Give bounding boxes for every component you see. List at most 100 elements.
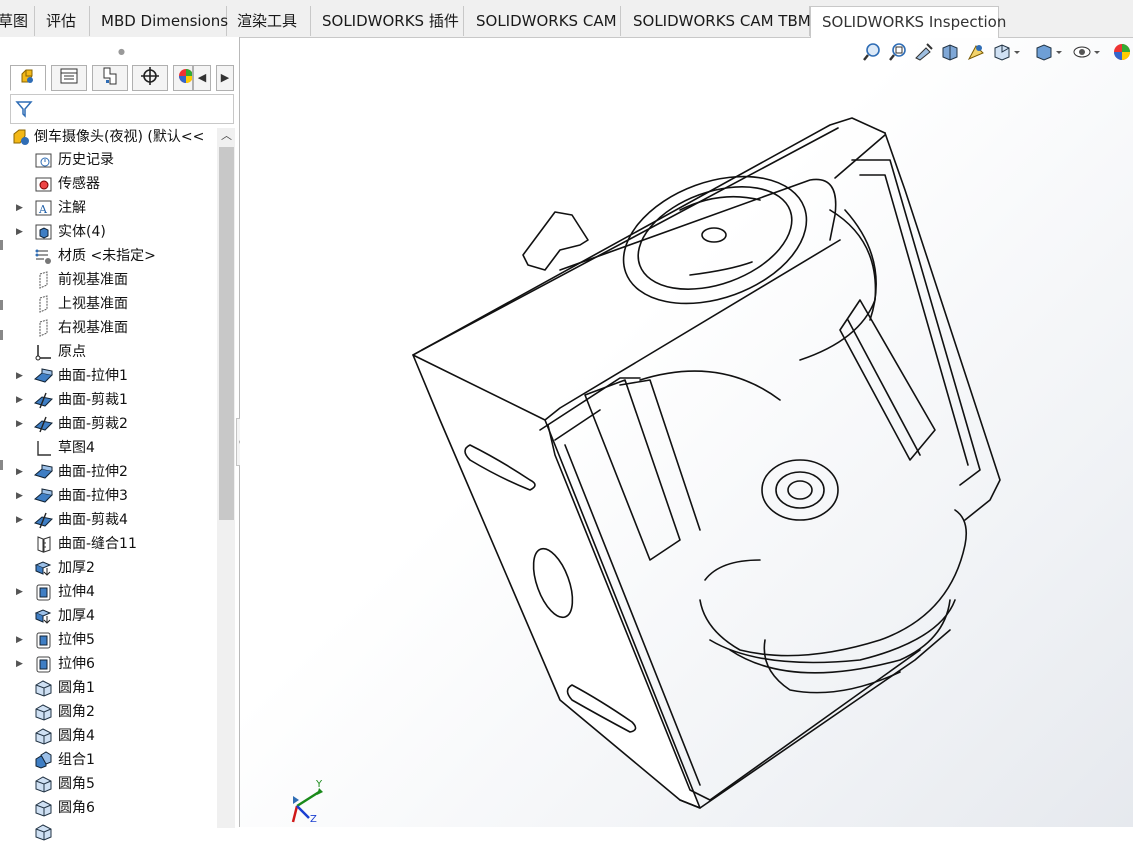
surface-extrude-icon — [33, 367, 54, 385]
tree-item[interactable]: 前视基准面 — [14, 268, 214, 292]
tree-item[interactable]: 原点 — [14, 340, 214, 364]
section-view-icon[interactable] — [940, 42, 960, 62]
tree-item[interactable]: 组合1 — [14, 748, 214, 772]
feature-manager-icon — [18, 66, 38, 90]
zoom-to-fit-icon[interactable] — [862, 42, 882, 62]
display-manager-tab[interactable] — [173, 65, 193, 91]
tree-item[interactable]: ▶ 曲面-剪裁1 — [14, 388, 214, 412]
tree-item[interactable]: 历史记录 — [14, 148, 214, 172]
feature-manager-tab[interactable] — [10, 65, 46, 91]
tree-filter[interactable] — [10, 94, 234, 124]
tree-item-label: 曲面-拉伸3 — [58, 488, 128, 504]
view-orientation-icon[interactable] — [992, 42, 1020, 62]
dynamic-annotation-icon[interactable] — [966, 42, 986, 62]
tree-item[interactable]: 材质 <未指定> — [14, 244, 214, 268]
scroll-up-button[interactable]: ︿ — [219, 128, 234, 144]
tab-sketch[interactable]: 草图 — [0, 6, 35, 36]
surface-extrude-icon — [33, 463, 54, 481]
tree-item[interactable]: 圆角6 — [14, 796, 214, 820]
tree-item[interactable]: ▶ 曲面-拉伸1 — [14, 364, 214, 388]
expand-arrow-icon[interactable]: ▶ — [16, 220, 26, 244]
previous-view-icon[interactable] — [914, 42, 934, 62]
expand-arrow-icon[interactable]: ▶ — [16, 364, 26, 388]
panel-grip-icon[interactable]: ● — [118, 47, 125, 56]
tree-item[interactable]: ▶ 曲面-剪裁2 — [14, 412, 214, 436]
panel-tabs-scroll-left[interactable]: ◀ — [193, 65, 211, 91]
expand-arrow-icon[interactable]: ▶ — [16, 652, 26, 676]
tab-solidworks-inspection[interactable]: SOLIDWORKS Inspection — [810, 6, 1006, 38]
tree-item[interactable]: ▶ 曲面-拉伸2 — [14, 460, 214, 484]
tree-item[interactable]: 草图4 — [14, 436, 214, 460]
triad-z-label: Z — [310, 814, 317, 825]
expand-arrow-icon[interactable]: ▶ — [16, 508, 26, 532]
expand-arrow-icon[interactable]: ▶ — [16, 484, 26, 508]
tree-item[interactable] — [14, 820, 214, 844]
tab-label: 评估 — [46, 12, 77, 30]
tree-item[interactable]: ▶ 实体(4) — [14, 220, 214, 244]
thicken-icon — [34, 559, 53, 577]
history-icon — [34, 151, 53, 169]
dimxpert-icon — [140, 66, 160, 90]
configuration-manager-tab[interactable] — [92, 65, 128, 91]
scrollbar-thumb[interactable] — [219, 147, 234, 520]
property-manager-icon — [59, 67, 79, 89]
tree-item-label: 历史记录 — [58, 152, 114, 168]
tree-item[interactable]: 加厚2 — [14, 556, 214, 580]
zoom-to-area-icon[interactable] — [888, 42, 908, 62]
expand-arrow-icon[interactable]: ▶ — [16, 628, 26, 652]
tree-item[interactable]: ▶ 曲面-剪裁4 — [14, 508, 214, 532]
tree-item[interactable]: 传感器 — [14, 172, 214, 196]
model-drawing — [412, 117, 1001, 809]
tree-item-label: 草图4 — [58, 440, 95, 456]
combine-icon — [34, 751, 53, 769]
extrude-icon — [34, 631, 53, 649]
property-manager-tab[interactable] — [51, 65, 87, 91]
tree-item[interactable]: 圆角5 — [14, 772, 214, 796]
panel-tabs-scroll-right[interactable]: ▶ — [216, 65, 234, 91]
tree-item-label: 曲面-剪裁2 — [58, 416, 128, 432]
expand-arrow-icon[interactable]: ▶ — [16, 196, 26, 220]
tree-item-label: 加厚2 — [58, 560, 95, 576]
side-marker — [0, 330, 3, 340]
tree-item-label: 传感器 — [58, 176, 100, 192]
tree-item[interactable]: ▶ 曲面-拉伸3 — [14, 484, 214, 508]
tree-item-label: 圆角6 — [58, 800, 95, 816]
triad-y-label: Y — [316, 779, 323, 790]
feature-tree: 历史记录传感器 ▶ A 注解 ▶ 实体(4) 材质 <未指定> 前视基准面 上视基准面 右视基准面… — [14, 148, 214, 844]
tree-item[interactable]: 上视基准面 — [14, 292, 214, 316]
tree-item[interactable]: 加厚4 — [14, 604, 214, 628]
tree-item-label: 圆角2 — [58, 704, 95, 720]
tab-solidworks-cam-tbm[interactable]: SOLIDWORKS CAM TBM — [621, 6, 811, 36]
tab-solidworks-cam[interactable]: SOLIDWORKS CAM — [464, 6, 621, 36]
tab-label: SOLIDWORKS CAM — [476, 12, 617, 30]
tree-item[interactable]: 圆角1 — [14, 676, 214, 700]
expand-arrow-icon[interactable]: ▶ — [16, 388, 26, 412]
tab-evaluate[interactable]: 评估 — [35, 6, 90, 36]
tree-item[interactable]: ▶ 拉伸6 — [14, 652, 214, 676]
expand-arrow-icon[interactable]: ▶ — [16, 412, 26, 436]
tree-item[interactable]: 圆角4 — [14, 724, 214, 748]
expand-arrow-icon[interactable]: ▶ — [16, 580, 26, 604]
dimxpert-tab[interactable] — [132, 65, 168, 91]
tab-label: SOLIDWORKS CAM TBM — [633, 12, 811, 30]
tree-item[interactable]: ▶ 拉伸5 — [14, 628, 214, 652]
tab-mbd-dimensions[interactable]: MBD Dimensions — [90, 6, 229, 36]
plane-icon — [34, 271, 53, 289]
filter-icon — [15, 100, 33, 122]
tab-render-tools[interactable]: 渲染工具 — [227, 6, 311, 36]
tree-item[interactable]: 右视基准面 — [14, 316, 214, 340]
tab-label: MBD Dimensions — [101, 12, 229, 30]
tree-item-label: 曲面-缝合11 — [58, 536, 137, 552]
tab-solidworks-addins[interactable]: SOLIDWORKS 插件 — [311, 6, 464, 36]
expand-arrow-icon[interactable]: ▶ — [16, 460, 26, 484]
tree-item[interactable]: 曲面-缝合11 — [14, 532, 214, 556]
display-style-icon[interactable] — [1034, 42, 1062, 62]
hide-show-icon[interactable] — [1072, 42, 1100, 62]
tree-item[interactable]: ▶ 拉伸4 — [14, 580, 214, 604]
tree-item[interactable]: ▶ A 注解 — [14, 196, 214, 220]
appearance-icon[interactable] — [1112, 42, 1132, 62]
graphics-area[interactable]: Y Z — [240, 38, 1133, 827]
tree-root-part[interactable]: 倒车摄像头(夜视) (默认<< — [12, 126, 234, 148]
tree-item[interactable]: 圆角2 — [14, 700, 214, 724]
chevron-right-icon: ▶ — [220, 71, 230, 84]
